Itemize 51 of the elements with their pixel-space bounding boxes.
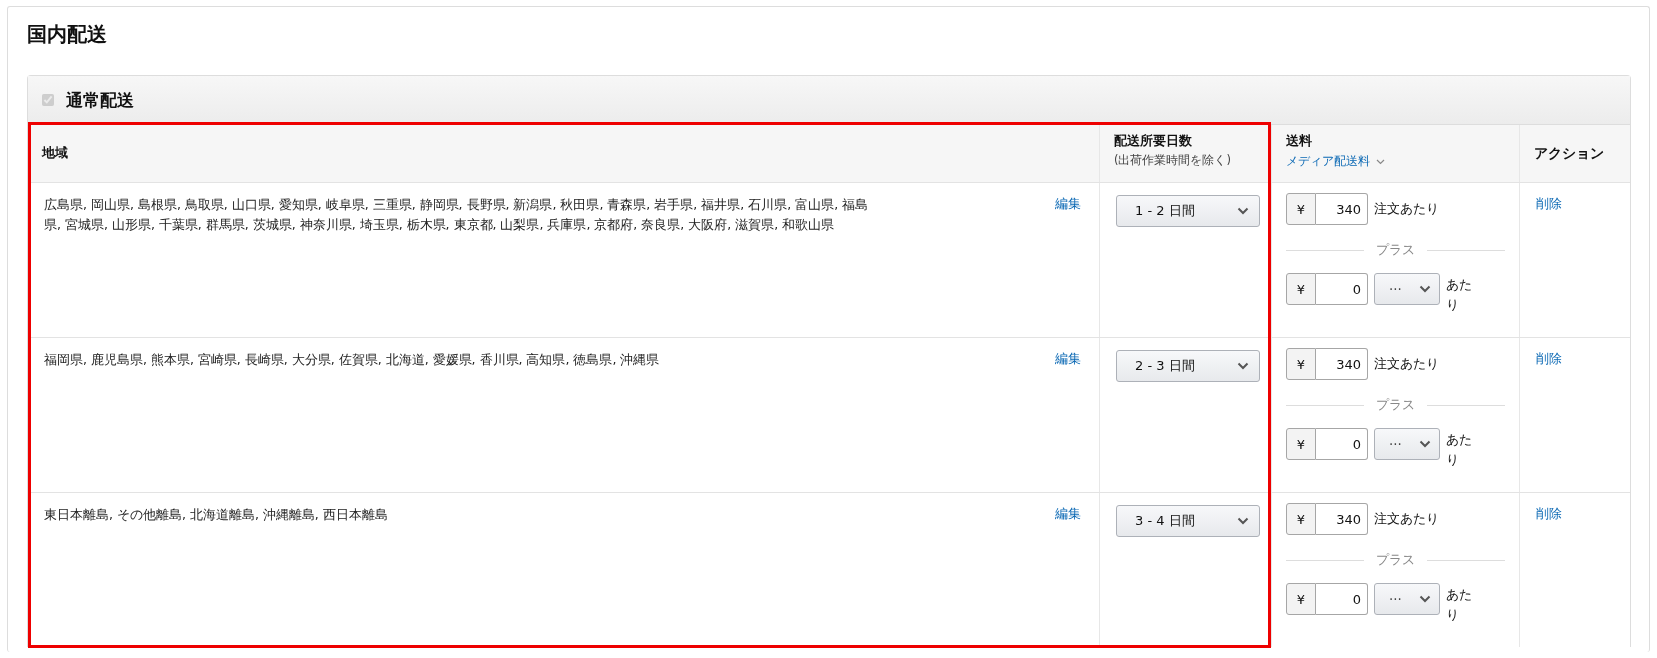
fee-type-dropdown[interactable]: メディア配送料 (1286, 153, 1385, 170)
transit-time-select[interactable]: 2 - 3 日間 (1116, 350, 1260, 382)
plus-label: プラス (1376, 241, 1415, 259)
column-subheader: (出荷作業時間を除く) (1114, 153, 1231, 168)
currency-label: ¥ (1286, 348, 1316, 380)
edit-link[interactable]: 編集 (1055, 350, 1081, 368)
per-unit-label: あたり (1446, 431, 1473, 469)
chevron-down-icon (1237, 362, 1249, 370)
region-list: 福岡県, 鹿児島県, 熊本県, 宮崎県, 長崎県, 大分県, 佐賀県, 北海道, 愛媛県, 香川県, 高知県, 徳島県, 沖縄県 (44, 350, 884, 370)
delete-link[interactable]: 削除 (1536, 506, 1562, 521)
shipping-fee-input[interactable]: 340 (1316, 348, 1368, 380)
currency-label: ¥ (1286, 273, 1316, 305)
region-list: 東日本離島, その他離島, 北海道離島, 沖縄離島, 西日本離島 (44, 505, 884, 525)
plus-label: プラス (1376, 396, 1415, 414)
delete-link[interactable]: 削除 (1536, 196, 1562, 211)
per-unit-fee-input[interactable]: 0 (1316, 428, 1368, 460)
shipping-fee-input[interactable]: 340 (1316, 193, 1368, 225)
per-unit-label: あたり (1446, 276, 1473, 314)
per-order-label: 注文あたり (1374, 355, 1439, 373)
edit-link[interactable]: 編集 (1055, 505, 1081, 523)
chevron-down-icon (1419, 440, 1431, 448)
chevron-down-icon (1419, 285, 1431, 293)
section-title: 国内配送 (27, 21, 107, 48)
currency-label: ¥ (1286, 583, 1316, 615)
per-order-label: 注文あたり (1374, 200, 1439, 218)
plus-label: プラス (1376, 551, 1415, 569)
chevron-down-icon (1237, 517, 1249, 525)
chevron-down-icon (1419, 595, 1431, 603)
transit-time-select[interactable]: 1 - 2 日間 (1116, 195, 1260, 227)
column-header: 地域 (42, 145, 68, 162)
column-header: 配送所要日数 (1114, 133, 1192, 150)
unit-select[interactable]: ··· (1374, 428, 1440, 460)
chevron-down-icon (1237, 207, 1249, 215)
per-order-label: 注文あたり (1374, 510, 1439, 528)
currency-label: ¥ (1286, 503, 1316, 535)
currency-label: ¥ (1286, 193, 1316, 225)
per-unit-fee-input[interactable]: 0 (1316, 583, 1368, 615)
shipping-fee-input[interactable]: 340 (1316, 503, 1368, 535)
unit-select[interactable]: ··· (1374, 273, 1440, 305)
delete-link[interactable]: 削除 (1536, 351, 1562, 366)
unit-select[interactable]: ··· (1374, 583, 1440, 615)
column-header: アクション (1534, 144, 1604, 163)
per-unit-label: あたり (1446, 586, 1473, 624)
transit-time-select[interactable]: 3 - 4 日間 (1116, 505, 1260, 537)
shipping-option-title: 通常配送 (66, 88, 134, 112)
region-list: 広島県, 岡山県, 島根県, 鳥取県, 山口県, 愛知県, 岐阜県, 三重県, 静岡県, 長野県, 新潟県, 秋田県, 青森県, 岩手県, 福井県, 石川県, 富山県, 福島県, 宮城県, 山形県, 千葉県, 群馬県, 茨城県, 神奈川県, 埼玉県, 栃木県, 東京都, 山梨県, 兵庫県, 京都府, 奈良県, 大阪府, 滋賀県, 和歌山県 (44, 195, 884, 235)
currency-label: ¥ (1286, 428, 1316, 460)
column-header: 送料 (1286, 133, 1312, 150)
chevron-down-icon (1376, 158, 1385, 165)
edit-link[interactable]: 編集 (1055, 195, 1081, 213)
per-unit-fee-input[interactable]: 0 (1316, 273, 1368, 305)
